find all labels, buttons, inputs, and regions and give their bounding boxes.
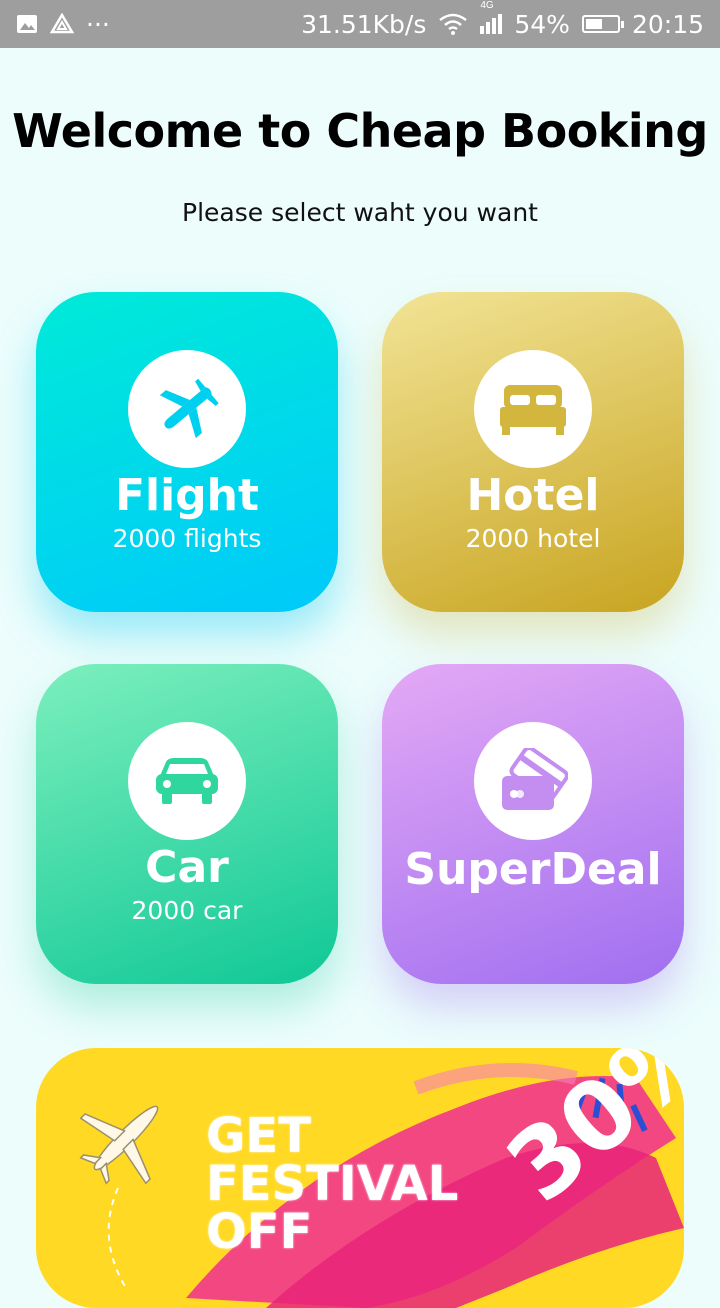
car-icon xyxy=(156,758,218,804)
superdeal-card-title: SuperDeal xyxy=(404,844,662,895)
battery-percent: 54% xyxy=(514,9,570,39)
car-icon-circle xyxy=(128,722,246,840)
festival-banner[interactable]: GET FESTIVAL OFF 30% xyxy=(36,1048,684,1308)
hotel-icon-circle xyxy=(474,350,592,468)
flight-card[interactable]: Flight 2000 flights xyxy=(36,292,338,612)
wifi-icon xyxy=(439,13,468,35)
image-icon xyxy=(17,15,37,33)
airplane-icon xyxy=(159,378,219,439)
page-subtitle: Please select waht you want xyxy=(182,198,538,227)
banner-airplane-icon xyxy=(79,1105,159,1185)
car-card-count: 2000 car xyxy=(131,896,243,925)
superdeal-card[interactable]: SuperDeal xyxy=(382,664,684,984)
car-card-title: Car xyxy=(145,842,229,893)
flight-card-title: Flight xyxy=(114,470,260,521)
car-card[interactable]: Car 2000 car xyxy=(36,664,338,984)
signal-icon: 4G xyxy=(480,0,503,34)
bed-icon xyxy=(500,385,566,435)
status-bar: ··· 31.51Kb/s 4G 54% 20:15 xyxy=(0,0,720,48)
credit-cards-icon xyxy=(502,748,568,810)
clock: 20:15 xyxy=(631,9,704,39)
banner-line-get: GET xyxy=(206,1108,311,1164)
hotel-card[interactable]: Hotel 2000 hotel xyxy=(382,292,684,612)
more-dots-icon: ··· xyxy=(86,9,110,39)
superdeal-icon-circle xyxy=(474,722,592,840)
banner-line-festival: FESTIVAL xyxy=(206,1156,459,1212)
banner-line-off: OFF xyxy=(206,1204,313,1260)
drive-icon xyxy=(50,13,74,34)
flight-icon-circle xyxy=(128,350,246,468)
banner-headline: GET FESTIVAL OFF xyxy=(206,1112,458,1256)
flight-card-count: 2000 flights xyxy=(112,524,262,553)
hotel-card-title: Hotel xyxy=(466,470,600,521)
network-speed: 31.51Kb/s xyxy=(301,9,427,39)
battery-icon xyxy=(581,15,624,33)
hotel-card-count: 2000 hotel xyxy=(465,524,601,553)
page-title: Welcome to Cheap Booking xyxy=(12,104,708,158)
